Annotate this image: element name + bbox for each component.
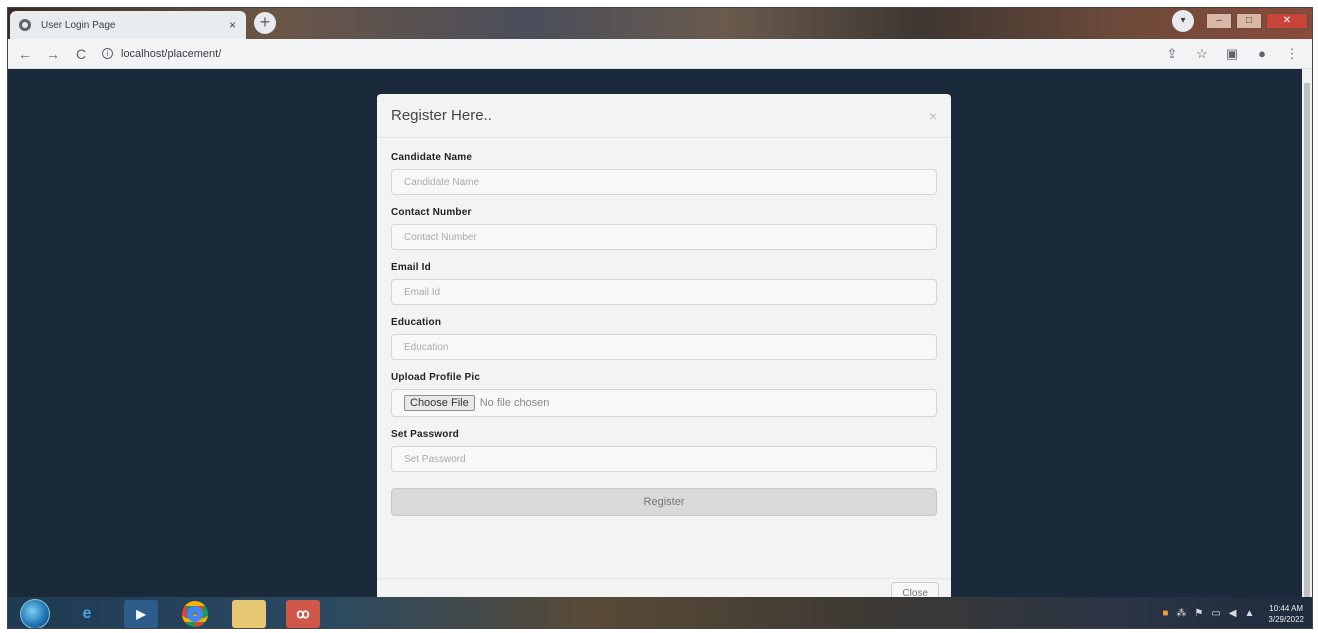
sidepanel-icon[interactable]: ▣ xyxy=(1224,46,1240,62)
window-controls: ▾ – □ ✕ xyxy=(1172,10,1308,32)
scrollbar-thumb[interactable] xyxy=(1304,83,1310,603)
contact-number-group: Contact Number xyxy=(391,207,937,250)
windows-taskbar: e ▶ ꝏ ■ ⁂ ⚑ ▭ ◀ ▲ 10:44 AM 3/29/2022 xyxy=(8,597,1312,628)
register-modal: Register Here.. × Candidate Name Contact… xyxy=(377,94,951,597)
new-tab-button[interactable]: + xyxy=(254,12,276,34)
xampp-icon[interactable]: ꝏ xyxy=(286,599,320,628)
education-group: Education xyxy=(391,317,937,360)
internet-explorer-icon[interactable]: e xyxy=(70,600,104,628)
address-bar[interactable]: i localhost/placement/ xyxy=(102,43,1164,65)
back-button[interactable]: ← xyxy=(14,43,36,65)
taskbar-clock[interactable]: 10:44 AM 3/29/2022 xyxy=(1268,603,1304,625)
email-id-label: Email Id xyxy=(391,262,431,273)
set-password-group: Set Password xyxy=(391,429,937,472)
minimize-button[interactable]: – xyxy=(1206,13,1232,29)
register-button[interactable]: Register xyxy=(391,488,937,516)
page-viewport: Register Here.. × Candidate Name Contact… xyxy=(8,69,1304,597)
tab-strip: User Login Page × + ▾ – □ ✕ xyxy=(8,8,1312,39)
menu-kebab-icon[interactable]: ⋮ xyxy=(1284,46,1300,62)
globe-icon xyxy=(19,19,31,31)
modal-footer-close-button[interactable]: Close xyxy=(891,582,939,597)
file-status-text: No file chosen xyxy=(479,397,550,409)
media-player-icon[interactable]: ▶ xyxy=(124,599,158,628)
browser-window: User Login Page × + ▾ – □ ✕ ← → C i loca… xyxy=(7,7,1313,629)
start-button[interactable] xyxy=(20,598,50,628)
modal-header: Register Here.. × xyxy=(377,94,951,138)
modal-body: Candidate Name Contact Number Email Id E… xyxy=(377,138,951,516)
profile-avatar-icon[interactable]: ● xyxy=(1254,46,1270,61)
clock-time: 10:44 AM xyxy=(1269,603,1304,613)
education-input[interactable] xyxy=(391,334,937,360)
candidate-name-input[interactable] xyxy=(391,169,937,195)
forward-button[interactable]: → xyxy=(42,43,64,65)
modal-title: Register Here.. xyxy=(391,107,492,124)
tray-flag-icon[interactable]: ⚑ xyxy=(1194,608,1203,619)
modal-footer: Close xyxy=(377,578,951,597)
modal-close-icon[interactable]: × xyxy=(929,108,937,124)
upload-profile-pic-label: Upload Profile Pic xyxy=(391,372,481,383)
share-icon[interactable]: ⇪ xyxy=(1164,46,1180,62)
close-window-button[interactable]: ✕ xyxy=(1266,13,1308,29)
url-text: localhost/placement/ xyxy=(121,47,222,60)
clock-date: 3/29/2022 xyxy=(1268,614,1304,624)
tray-volume-icon[interactable]: ◀ xyxy=(1229,608,1237,619)
reload-button[interactable]: C xyxy=(70,43,92,65)
browser-toolbar: ← → C i localhost/placement/ ⇪ ☆ ▣ ● ⋮ xyxy=(8,39,1312,69)
email-id-input[interactable] xyxy=(391,279,937,305)
chrome-icon[interactable] xyxy=(178,600,212,628)
file-upload-field: Choose File No file chosen xyxy=(391,389,937,417)
tab-close-icon[interactable]: × xyxy=(229,18,236,32)
contact-number-label: Contact Number xyxy=(391,207,472,218)
maximize-button[interactable]: □ xyxy=(1236,13,1262,29)
set-password-label: Set Password xyxy=(391,429,459,440)
candidate-name-label: Candidate Name xyxy=(391,152,473,163)
page-scrollbar[interactable] xyxy=(1302,69,1312,603)
education-label: Education xyxy=(391,317,442,328)
bookmark-star-icon[interactable]: ☆ xyxy=(1194,46,1210,62)
tab-search-chevron-icon[interactable]: ▾ xyxy=(1172,10,1194,32)
tray-network-icon[interactable]: ⁂ xyxy=(1176,608,1186,619)
info-icon[interactable]: i xyxy=(102,48,113,59)
contact-number-input[interactable] xyxy=(391,224,937,250)
system-tray: ■ ⁂ ⚑ ▭ ◀ ▲ 10:44 AM 3/29/2022 xyxy=(1162,603,1304,625)
email-id-group: Email Id xyxy=(391,262,937,305)
tab-title: User Login Page xyxy=(41,19,116,31)
tray-battery-icon[interactable]: ▭ xyxy=(1211,608,1220,619)
candidate-name-group: Candidate Name xyxy=(391,152,937,195)
choose-file-button[interactable]: Choose File xyxy=(404,395,475,411)
upload-profile-pic-group: Upload Profile Pic Choose File No file c… xyxy=(391,372,937,417)
tab-user-login-page[interactable]: User Login Page × xyxy=(10,11,246,39)
tray-signal-icon[interactable]: ▲ xyxy=(1245,608,1255,619)
toolbar-actions: ⇪ ☆ ▣ ● ⋮ xyxy=(1164,46,1300,62)
set-password-input[interactable] xyxy=(391,446,937,472)
file-explorer-icon[interactable] xyxy=(232,599,266,628)
tray-app-icon[interactable]: ■ xyxy=(1162,608,1168,619)
